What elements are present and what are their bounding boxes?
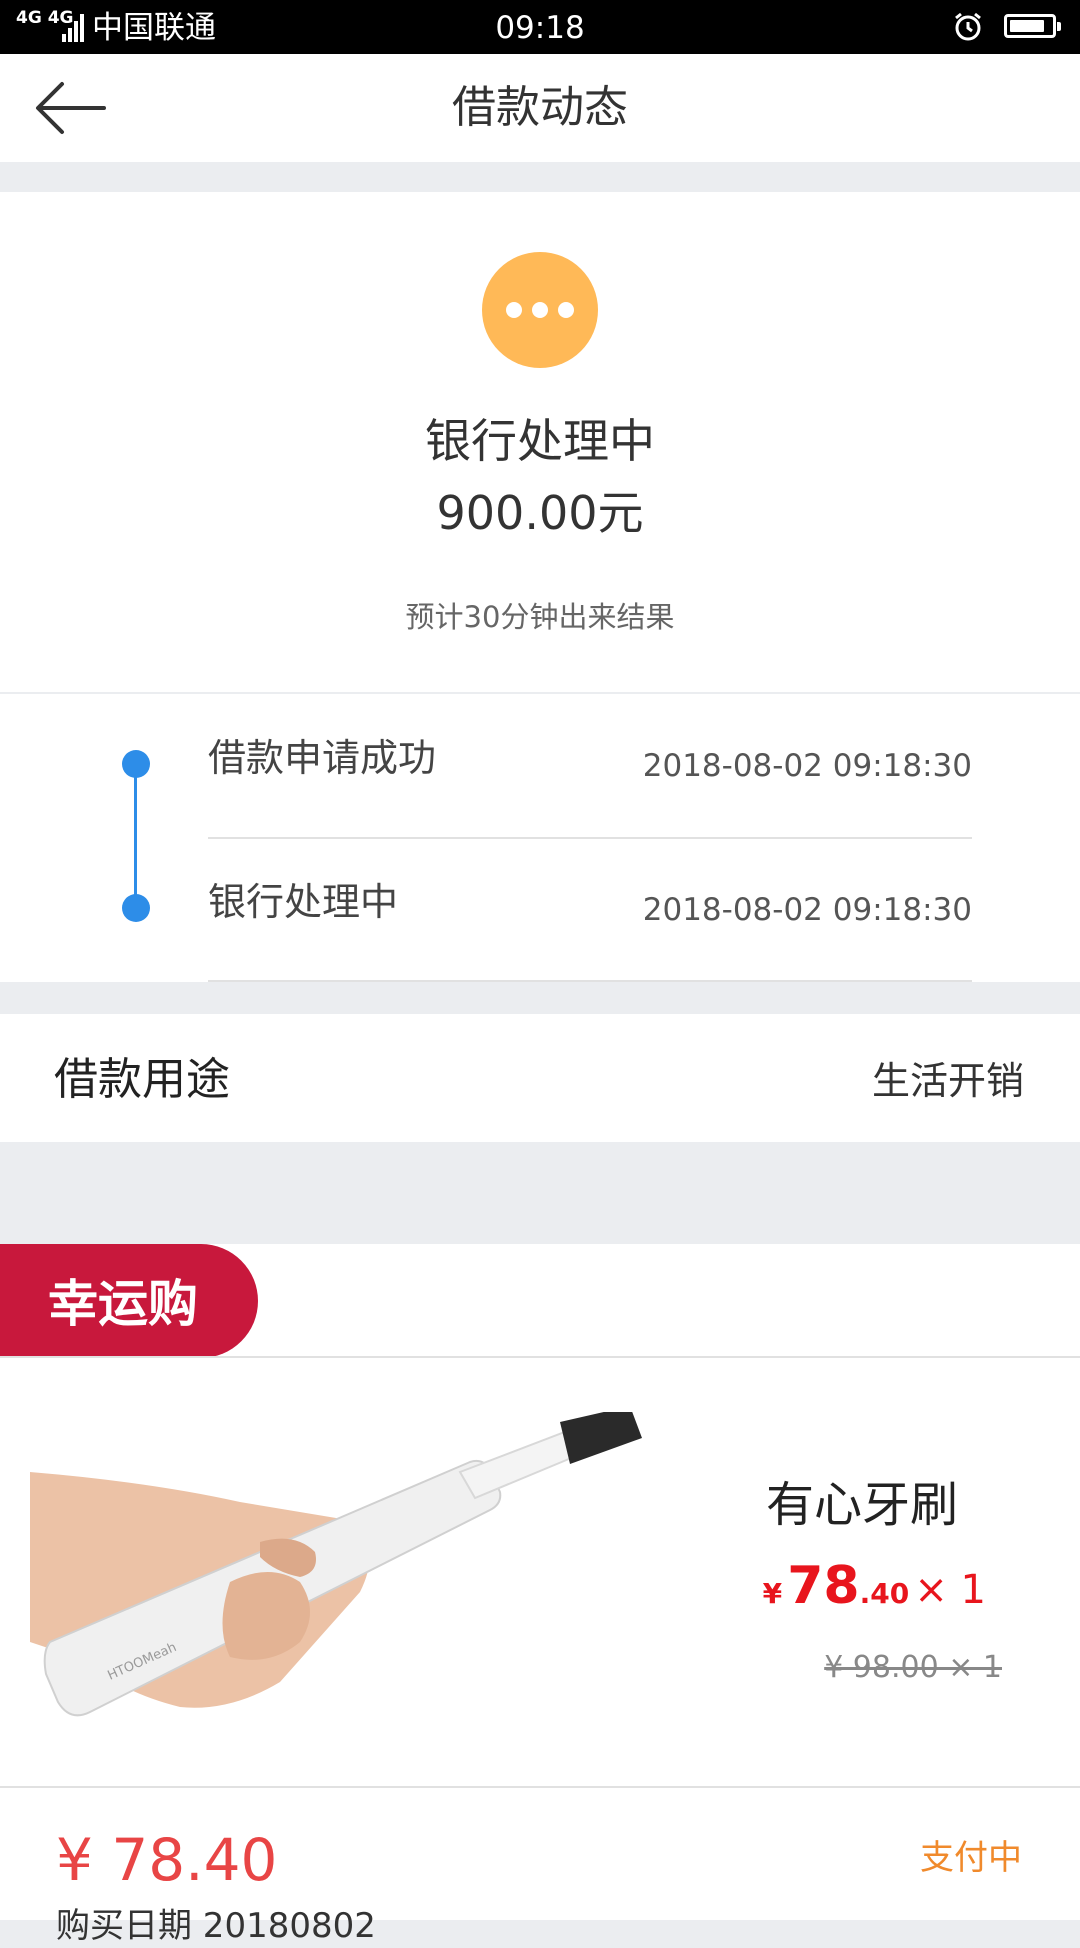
- timeline-step-time: 2018-08-02 09:18:30: [642, 892, 972, 928]
- loan-status-card: 银行处理中 900.00元 预计30分钟出来结果: [0, 192, 1080, 692]
- divider: [208, 980, 972, 982]
- timeline-step-time: 2018-08-02 09:18:30: [642, 748, 972, 784]
- badge-label: 幸运购: [48, 1275, 198, 1333]
- price-integer: 78: [787, 1556, 860, 1616]
- divider: [0, 1356, 1080, 1358]
- status-bar: 4G 4G 中国联通 09:18: [0, 0, 1080, 54]
- product-name: 有心牙刷: [765, 1477, 958, 1533]
- order-total: ¥ 78.40: [56, 1826, 278, 1894]
- timeline-line: [134, 764, 137, 909]
- purpose-value: 生活开销: [871, 1059, 1024, 1103]
- timeline-dot: [122, 894, 150, 922]
- divider: [0, 1786, 1080, 1788]
- loan-amount: 900.00元: [436, 486, 644, 540]
- payment-status: 支付中: [920, 1838, 1022, 1878]
- lucky-buy-card[interactable]: 幸运购 HTOOMeah 有心牙刷 ¥ 78.40 × 1 ¥ 98.00 × …: [0, 1244, 1080, 1946]
- price-currency: ¥: [762, 1577, 783, 1610]
- original-price: ¥ 98.00 × 1: [824, 1650, 1002, 1685]
- progress-timeline: 借款申请成功 2018-08-02 09:18:30 银行处理中 2018-08…: [0, 694, 1080, 982]
- purchase-date: 购买日期 20180802: [56, 1906, 376, 1946]
- clock: 09:18: [495, 10, 585, 46]
- timeline-dot: [122, 750, 150, 778]
- product-price: ¥ 78.40 × 1: [763, 1556, 986, 1616]
- timeline-step-label: 借款申请成功: [208, 736, 437, 780]
- eta-text: 预计30分钟出来结果: [405, 600, 675, 634]
- price-decimal: .40: [859, 1577, 910, 1610]
- page-title: 借款动态: [452, 82, 628, 133]
- product-image[interactable]: HTOOMeah: [30, 1412, 650, 1732]
- purpose-label: 借款用途: [54, 1054, 230, 1105]
- processing-icon: [482, 252, 598, 368]
- status-text: 银行处理中: [425, 414, 655, 468]
- battery-icon: [1004, 14, 1061, 38]
- alarm-icon: [955, 12, 981, 41]
- price-quantity: × 1: [914, 1567, 986, 1613]
- divider: [208, 837, 972, 839]
- timeline-step-label: 银行处理中: [208, 880, 399, 924]
- nav-bar: 借款动态: [0, 54, 1080, 162]
- loan-purpose-row: 借款用途 生活开销: [0, 1014, 1080, 1142]
